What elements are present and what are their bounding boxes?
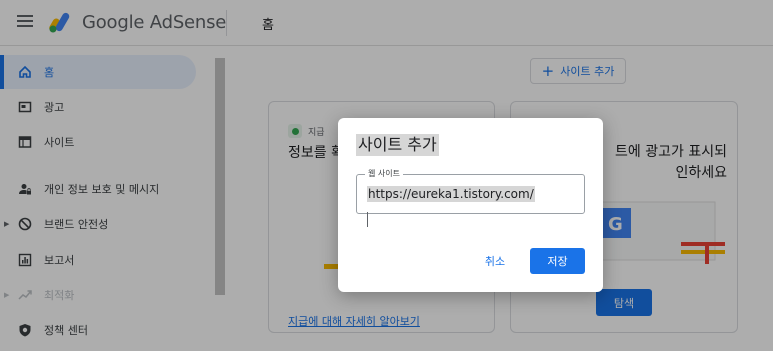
save-button[interactable]: 저장 bbox=[530, 248, 585, 274]
dialog-title: 사이트 추가 bbox=[356, 134, 439, 156]
text-cursor bbox=[367, 212, 368, 227]
website-field[interactable]: 웹 사이트 https://eureka1.tistory.com/ bbox=[356, 168, 585, 214]
website-input[interactable]: https://eureka1.tistory.com/ bbox=[367, 186, 535, 202]
cancel-button[interactable]: 취소 bbox=[475, 248, 515, 274]
website-field-label: 웹 사이트 bbox=[365, 168, 403, 179]
add-site-dialog: 사이트 추가 웹 사이트 https://eureka1.tistory.com… bbox=[338, 118, 603, 292]
